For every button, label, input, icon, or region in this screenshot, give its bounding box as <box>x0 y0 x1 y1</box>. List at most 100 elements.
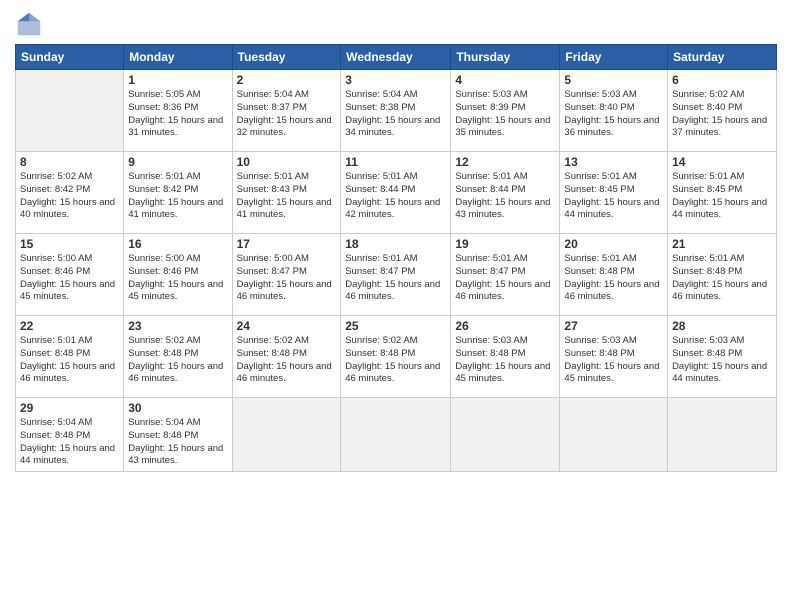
calendar-cell <box>451 398 560 472</box>
calendar-cell <box>232 398 341 472</box>
calendar-cell: 6 Sunrise: 5:02 AMSunset: 8:40 PMDaylight… <box>668 70 777 152</box>
calendar-week-4: 22 Sunrise: 5:01 AMSunset: 8:48 PMDayligh… <box>16 316 777 398</box>
day-info: Sunrise: 5:01 AMSunset: 8:44 PMDaylight:… <box>455 171 555 222</box>
calendar-cell: 23 Sunrise: 5:02 AMSunset: 8:48 PMDayligh… <box>124 316 232 398</box>
day-number: 23 <box>128 319 227 333</box>
day-number: 27 <box>564 319 663 333</box>
day-info: Sunrise: 5:02 AMSunset: 8:42 PMDaylight:… <box>20 171 119 222</box>
header <box>15 10 777 38</box>
calendar-cell: 19 Sunrise: 5:01 AMSunset: 8:47 PMDayligh… <box>451 234 560 316</box>
calendar-cell: 17 Sunrise: 5:00 AMSunset: 8:47 PMDayligh… <box>232 234 341 316</box>
day-number: 5 <box>564 73 663 87</box>
calendar-cell: 28 Sunrise: 5:03 AMSunset: 8:48 PMDayligh… <box>668 316 777 398</box>
day-info: Sunrise: 5:04 AMSunset: 8:38 PMDaylight:… <box>345 89 446 140</box>
weekday-header-wednesday: Wednesday <box>341 45 451 70</box>
day-number: 1 <box>128 73 227 87</box>
calendar-cell: 27 Sunrise: 5:03 AMSunset: 8:48 PMDayligh… <box>560 316 668 398</box>
page: SundayMondayTuesdayWednesdayThursdayFrid… <box>0 0 792 612</box>
day-info: Sunrise: 5:01 AMSunset: 8:45 PMDaylight:… <box>672 171 772 222</box>
day-number: 24 <box>237 319 337 333</box>
calendar-week-1: 1Sunrise: 5:05 AMSunset: 8:36 PMDaylight… <box>16 70 777 152</box>
day-number: 14 <box>672 155 772 169</box>
weekday-header-tuesday: Tuesday <box>232 45 341 70</box>
day-number: 6 <box>672 73 772 87</box>
day-number: 12 <box>455 155 555 169</box>
calendar-cell: 8Sunrise: 5:02 AMSunset: 8:42 PMDaylight… <box>16 152 124 234</box>
day-number: 26 <box>455 319 555 333</box>
day-number: 19 <box>455 237 555 251</box>
day-info: Sunrise: 5:01 AMSunset: 8:47 PMDaylight:… <box>455 253 555 304</box>
weekday-header-friday: Friday <box>560 45 668 70</box>
day-info: Sunrise: 5:00 AMSunset: 8:46 PMDaylight:… <box>128 253 227 304</box>
day-number: 25 <box>345 319 446 333</box>
day-number: 13 <box>564 155 663 169</box>
day-info: Sunrise: 5:01 AMSunset: 8:47 PMDaylight:… <box>345 253 446 304</box>
day-info: Sunrise: 5:03 AMSunset: 8:48 PMDaylight:… <box>455 335 555 386</box>
day-info: Sunrise: 5:03 AMSunset: 8:39 PMDaylight:… <box>455 89 555 140</box>
day-info: Sunrise: 5:04 AMSunset: 8:37 PMDaylight:… <box>237 89 337 140</box>
day-info: Sunrise: 5:02 AMSunset: 8:48 PMDaylight:… <box>345 335 446 386</box>
day-number: 18 <box>345 237 446 251</box>
weekday-header-row: SundayMondayTuesdayWednesdayThursdayFrid… <box>16 45 777 70</box>
day-info: Sunrise: 5:02 AMSunset: 8:48 PMDaylight:… <box>128 335 227 386</box>
weekday-header-saturday: Saturday <box>668 45 777 70</box>
day-number: 30 <box>128 401 227 415</box>
day-info: Sunrise: 5:04 AMSunset: 8:48 PMDaylight:… <box>128 417 227 468</box>
calendar-body: 1Sunrise: 5:05 AMSunset: 8:36 PMDaylight… <box>16 70 777 472</box>
day-info: Sunrise: 5:04 AMSunset: 8:48 PMDaylight:… <box>20 417 119 468</box>
logo <box>15 10 45 38</box>
day-number: 11 <box>345 155 446 169</box>
calendar-cell: 20 Sunrise: 5:01 AMSunset: 8:48 PMDayligh… <box>560 234 668 316</box>
day-number: 3 <box>345 73 446 87</box>
day-info: Sunrise: 5:03 AMSunset: 8:48 PMDaylight:… <box>564 335 663 386</box>
day-number: 9 <box>128 155 227 169</box>
day-number: 2 <box>237 73 337 87</box>
weekday-header-monday: Monday <box>124 45 232 70</box>
calendar-cell: 14 Sunrise: 5:01 AMSunset: 8:45 PMDayligh… <box>668 152 777 234</box>
day-number: 10 <box>237 155 337 169</box>
calendar-cell: 22 Sunrise: 5:01 AMSunset: 8:48 PMDayligh… <box>16 316 124 398</box>
calendar-cell: 5 Sunrise: 5:03 AMSunset: 8:40 PMDaylight… <box>560 70 668 152</box>
calendar-cell: 18 Sunrise: 5:01 AMSunset: 8:47 PMDayligh… <box>341 234 451 316</box>
calendar-cell: 9 Sunrise: 5:01 AMSunset: 8:42 PMDaylight… <box>124 152 232 234</box>
day-info: Sunrise: 5:01 AMSunset: 8:43 PMDaylight:… <box>237 171 337 222</box>
day-info: Sunrise: 5:01 AMSunset: 8:48 PMDaylight:… <box>20 335 119 386</box>
logo-icon <box>15 10 43 38</box>
day-info: Sunrise: 5:01 AMSunset: 8:48 PMDaylight:… <box>564 253 663 304</box>
day-number: 21 <box>672 237 772 251</box>
day-number: 22 <box>20 319 119 333</box>
calendar-cell: 3 Sunrise: 5:04 AMSunset: 8:38 PMDaylight… <box>341 70 451 152</box>
calendar-cell: 21 Sunrise: 5:01 AMSunset: 8:48 PMDayligh… <box>668 234 777 316</box>
day-number: 20 <box>564 237 663 251</box>
day-info: Sunrise: 5:01 AMSunset: 8:42 PMDaylight:… <box>128 171 227 222</box>
day-number: 16 <box>128 237 227 251</box>
calendar-cell: 25 Sunrise: 5:02 AMSunset: 8:48 PMDayligh… <box>341 316 451 398</box>
day-info: Sunrise: 5:02 AMSunset: 8:40 PMDaylight:… <box>672 89 772 140</box>
day-number: 17 <box>237 237 337 251</box>
calendar-week-2: 8Sunrise: 5:02 AMSunset: 8:42 PMDaylight… <box>16 152 777 234</box>
calendar-cell: 10 Sunrise: 5:01 AMSunset: 8:43 PMDayligh… <box>232 152 341 234</box>
calendar-week-5: 29Sunrise: 5:04 AMSunset: 8:48 PMDayligh… <box>16 398 777 472</box>
weekday-header-sunday: Sunday <box>16 45 124 70</box>
day-info: Sunrise: 5:01 AMSunset: 8:44 PMDaylight:… <box>345 171 446 222</box>
day-number: 4 <box>455 73 555 87</box>
calendar-cell <box>341 398 451 472</box>
day-info: Sunrise: 5:01 AMSunset: 8:45 PMDaylight:… <box>564 171 663 222</box>
calendar-cell: 26 Sunrise: 5:03 AMSunset: 8:48 PMDayligh… <box>451 316 560 398</box>
day-info: Sunrise: 5:03 AMSunset: 8:48 PMDaylight:… <box>672 335 772 386</box>
calendar-cell: 11 Sunrise: 5:01 AMSunset: 8:44 PMDayligh… <box>341 152 451 234</box>
day-number: 15 <box>20 237 119 251</box>
calendar-cell <box>668 398 777 472</box>
day-info: Sunrise: 5:00 AMSunset: 8:47 PMDaylight:… <box>237 253 337 304</box>
day-info: Sunrise: 5:03 AMSunset: 8:40 PMDaylight:… <box>564 89 663 140</box>
calendar-cell: 13 Sunrise: 5:01 AMSunset: 8:45 PMDayligh… <box>560 152 668 234</box>
calendar-cell: 15Sunrise: 5:00 AMSunset: 8:46 PMDayligh… <box>16 234 124 316</box>
calendar-cell: 12 Sunrise: 5:01 AMSunset: 8:44 PMDayligh… <box>451 152 560 234</box>
calendar-header: SundayMondayTuesdayWednesdayThursdayFrid… <box>16 45 777 70</box>
calendar-cell: 2 Sunrise: 5:04 AMSunset: 8:37 PMDaylight… <box>232 70 341 152</box>
calendar: SundayMondayTuesdayWednesdayThursdayFrid… <box>15 44 777 472</box>
weekday-header-thursday: Thursday <box>451 45 560 70</box>
day-info: Sunrise: 5:01 AMSunset: 8:48 PMDaylight:… <box>672 253 772 304</box>
day-number: 28 <box>672 319 772 333</box>
calendar-cell: 29Sunrise: 5:04 AMSunset: 8:48 PMDayligh… <box>16 398 124 472</box>
